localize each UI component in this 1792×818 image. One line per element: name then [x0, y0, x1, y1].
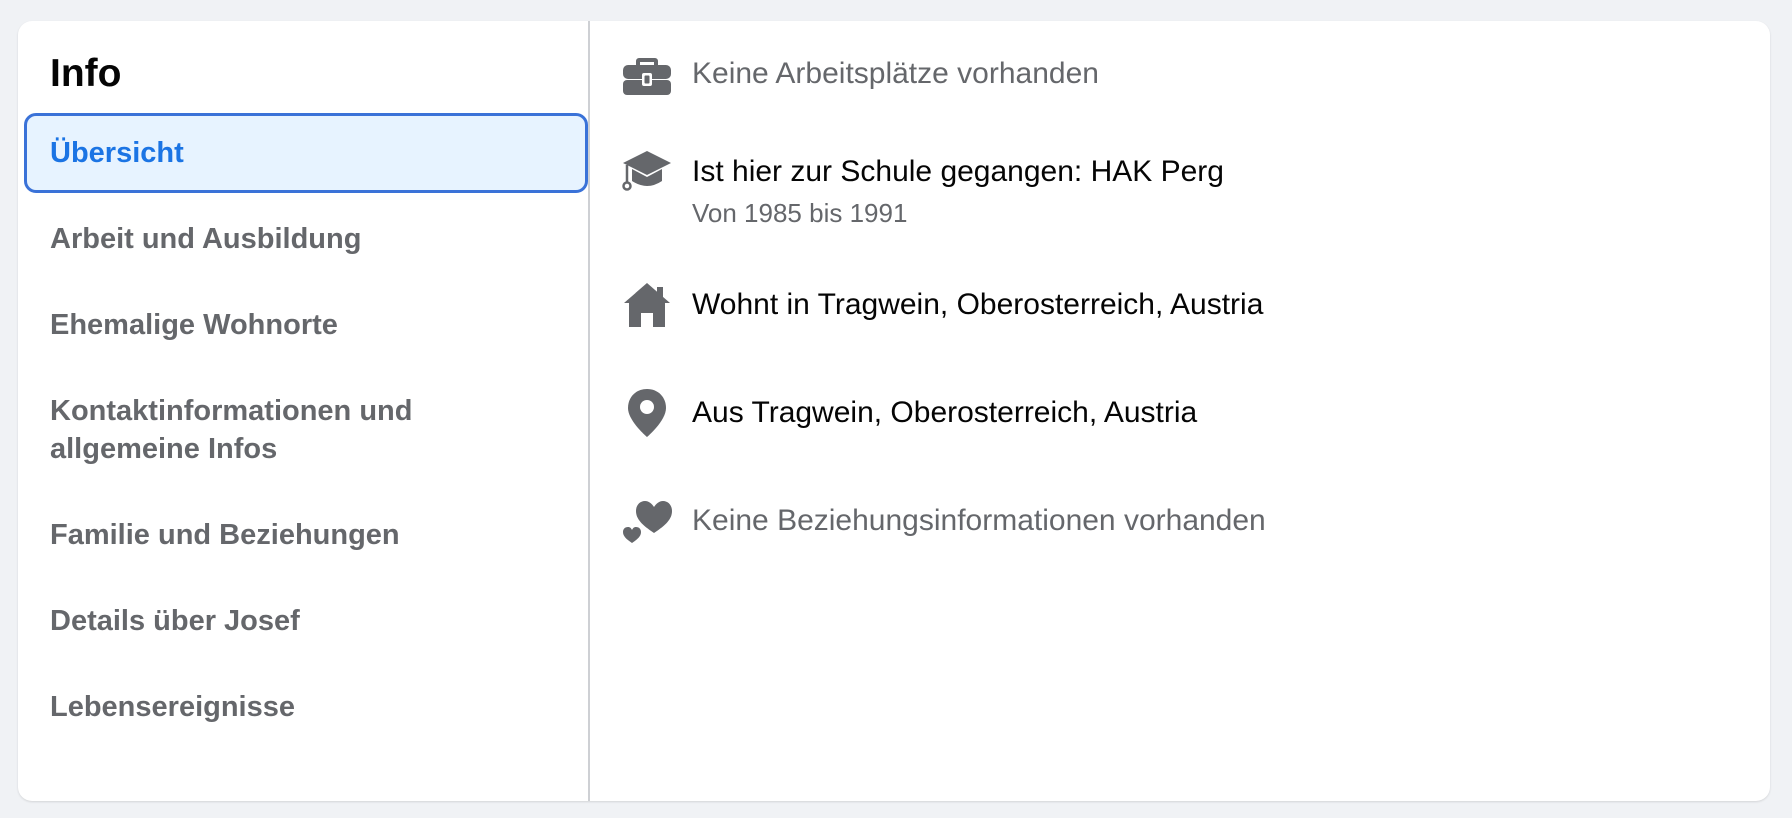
hearts-icon — [620, 494, 674, 548]
sidebar-item-work-education[interactable]: Arbeit und Ausbildung — [24, 199, 588, 279]
education-dates: Von 1985 bis 1991 — [692, 198, 908, 228]
sidebar-title: Info — [50, 52, 122, 95]
hometown-text: Aus Tragwein, Oberosterreich, Austria — [692, 396, 1198, 429]
location-pin-icon — [620, 386, 674, 440]
sidebar-item-details-about[interactable]: Details über Josef — [24, 581, 588, 661]
relationship-row: Keine Beziehungsinformationen vorhanden — [620, 494, 1740, 548]
education-text: Ist hier zur Schule gegangen: HAK Perg — [692, 155, 1224, 188]
sidebar-item-life-events[interactable]: Lebensereignisse — [24, 667, 588, 747]
current-city-row: Wohnt in Tragwein, Oberosterreich, Austr… — [620, 278, 1740, 332]
hometown-row: Aus Tragwein, Oberosterreich, Austria — [620, 386, 1740, 440]
home-icon — [620, 278, 674, 332]
briefcase-icon — [620, 47, 674, 101]
about-sidebar: Info Übersicht Arbeit und Ausbildung Ehe… — [18, 21, 590, 801]
sidebar-item-places-lived[interactable]: Ehemalige Wohnorte — [24, 285, 588, 365]
sidebar-item-overview[interactable]: Übersicht — [24, 113, 588, 193]
overview-content: Keine Arbeitsplätze vorhanden Ist hier z… — [590, 21, 1770, 801]
sidebar-nav: Übersicht Arbeit und Ausbildung Ehemalig… — [24, 113, 588, 753]
about-card: Info Übersicht Arbeit und Ausbildung Ehe… — [18, 21, 1770, 801]
graduation-cap-icon — [620, 145, 674, 199]
work-row: Keine Arbeitsplätze vorhanden — [620, 47, 1740, 101]
sidebar-item-contact-info[interactable]: Kontaktinformationen und allgemeine Info… — [24, 371, 588, 489]
education-row: Ist hier zur Schule gegangen: HAK Perg V… — [620, 145, 1740, 230]
sidebar-item-family-relationships[interactable]: Familie und Beziehungen — [24, 495, 588, 575]
current-city-text: Wohnt in Tragwein, Oberosterreich, Austr… — [692, 288, 1264, 321]
relationship-text: Keine Beziehungsinformationen vorhanden — [692, 504, 1266, 537]
work-text: Keine Arbeitsplätze vorhanden — [692, 57, 1099, 90]
